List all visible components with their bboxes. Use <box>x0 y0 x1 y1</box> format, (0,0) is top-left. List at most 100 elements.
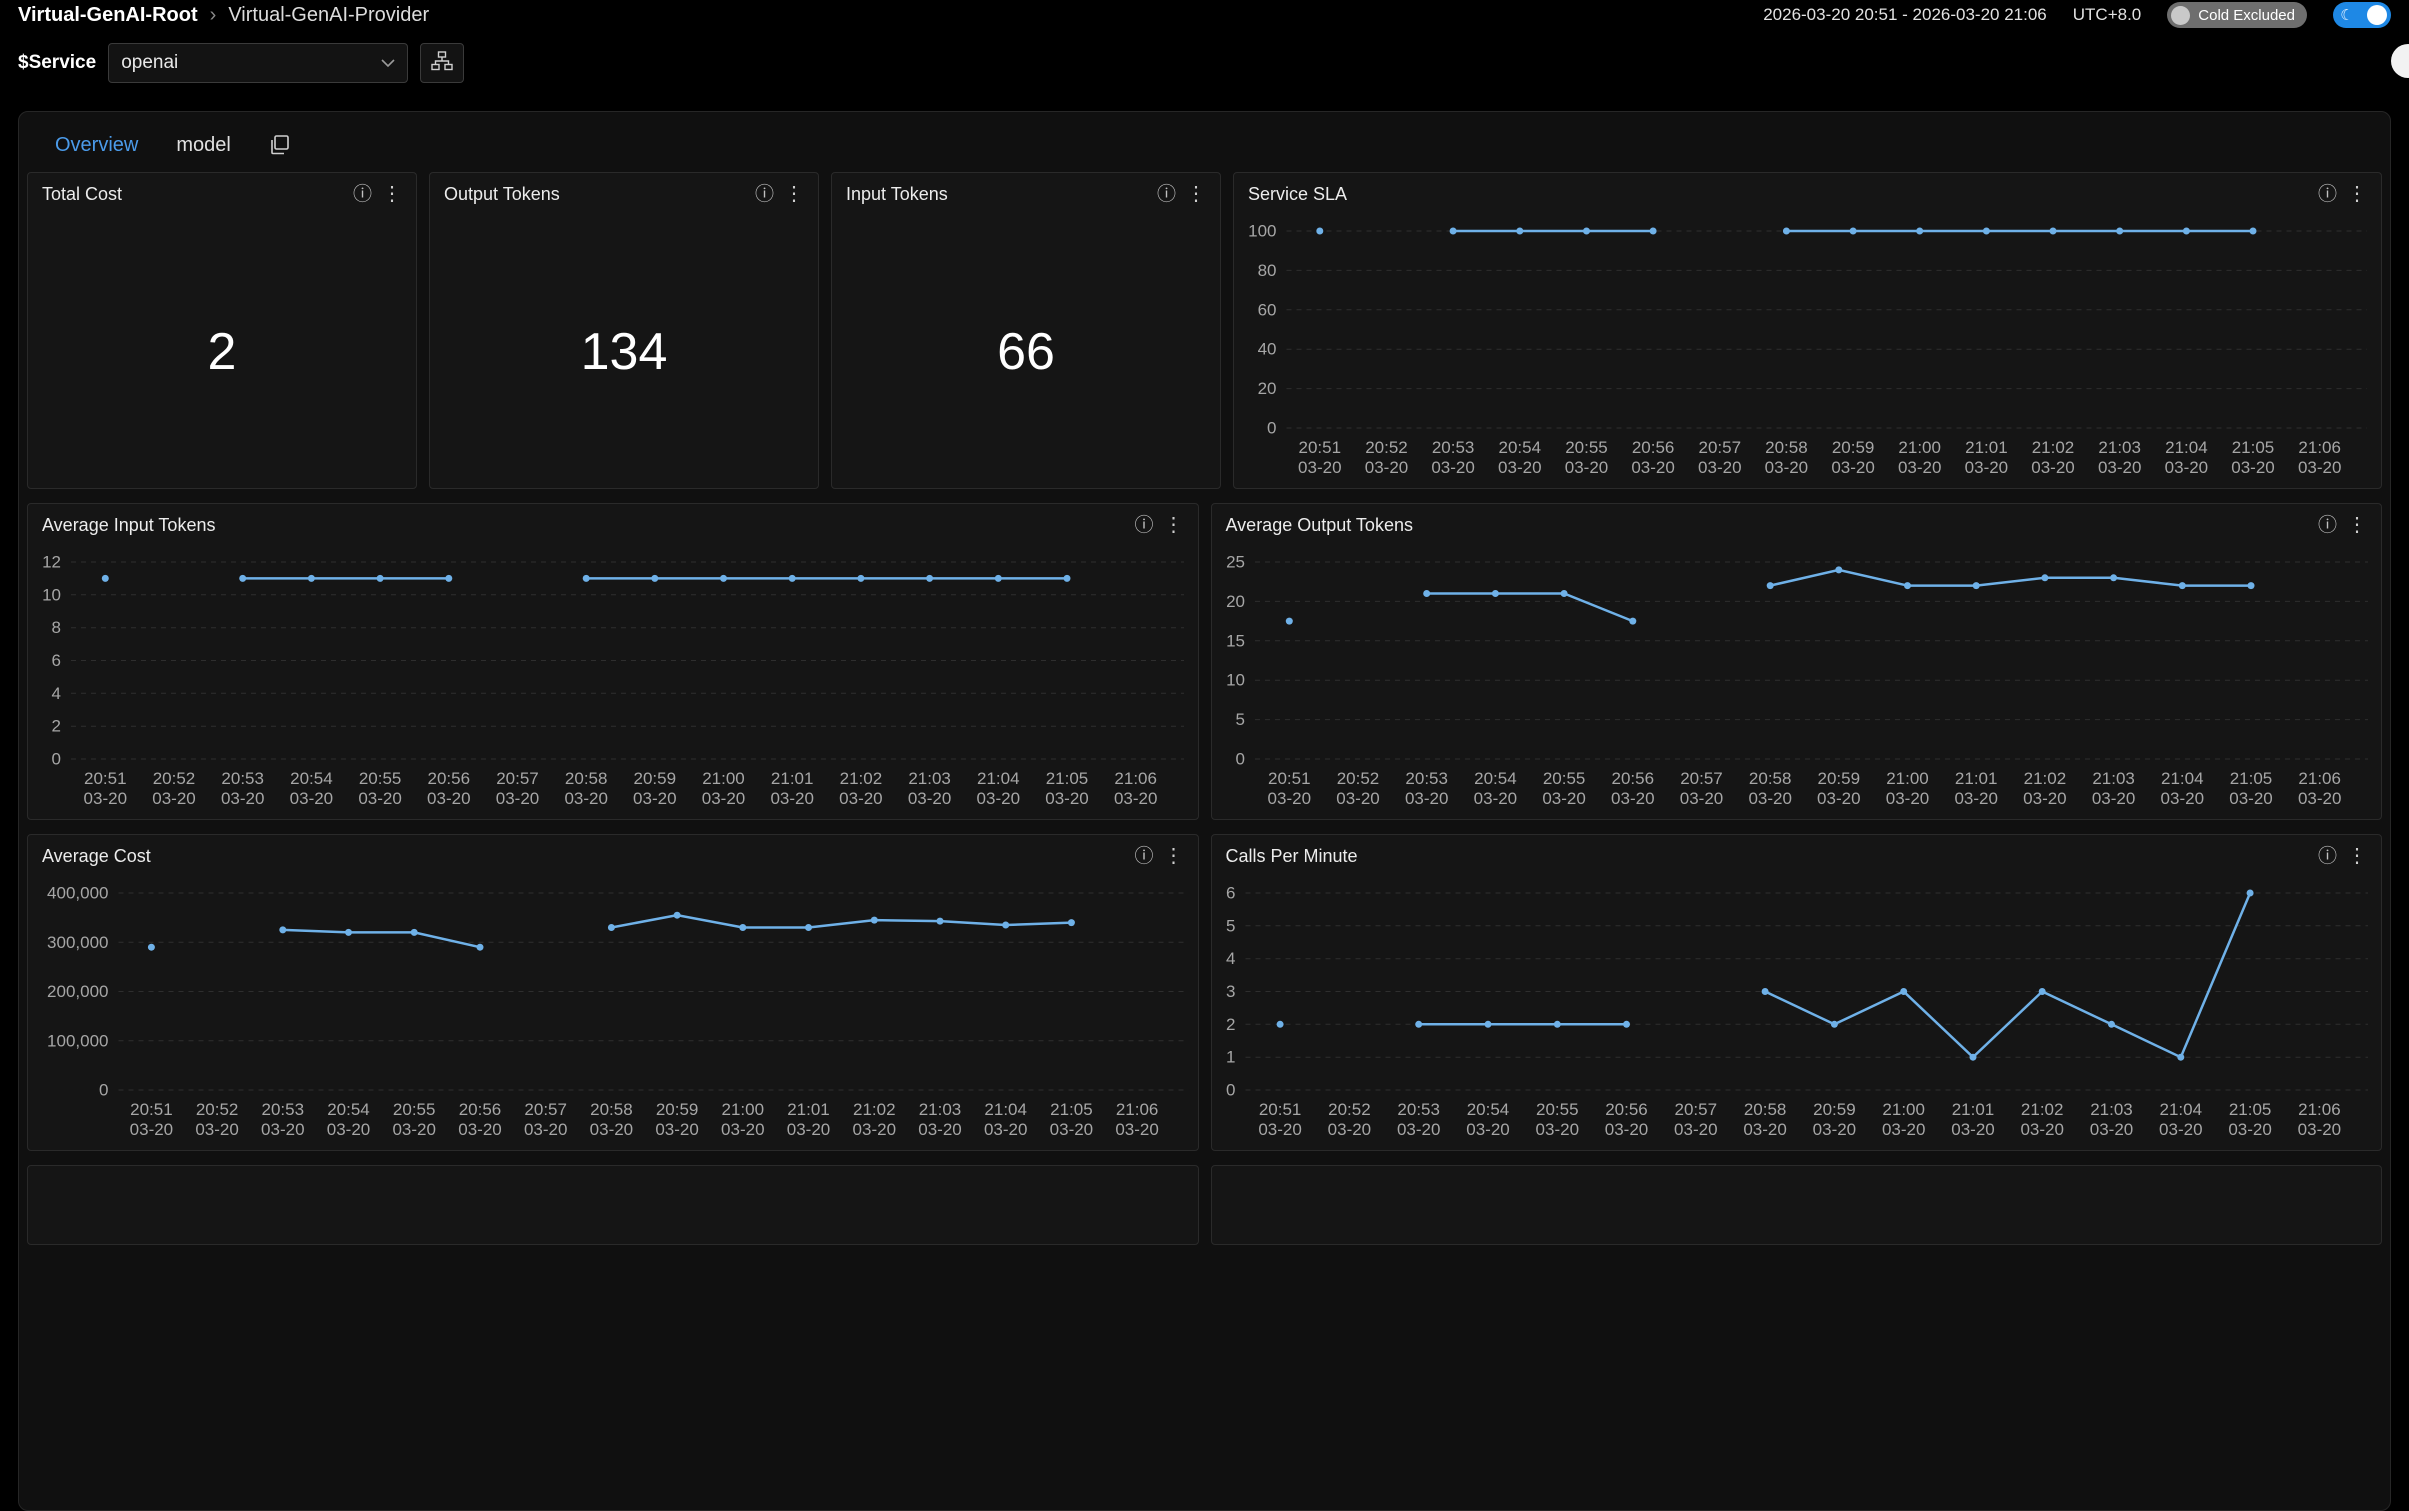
svg-text:21:03: 21:03 <box>908 769 951 788</box>
svg-text:03-20: 03-20 <box>1885 789 1928 808</box>
service-select[interactable]: openai <box>108 43 408 83</box>
svg-text:0: 0 <box>52 750 61 769</box>
kebab-menu-icon[interactable]: ⋮ <box>1186 184 1206 204</box>
time-range-picker[interactable]: 2026-03-20 20:51 - 2026-03-20 21:06 <box>1763 5 2047 25</box>
svg-text:03-20: 03-20 <box>1365 458 1408 477</box>
svg-text:12: 12 <box>42 553 61 572</box>
tab-overview[interactable]: Overview <box>55 134 138 157</box>
card-total-cost: Total Cost ⓘ ⋮ 2 <box>27 172 417 489</box>
svg-text:4: 4 <box>52 684 61 703</box>
breadcrumb-root-link[interactable]: Virtual-GenAI-Root <box>18 4 198 27</box>
card-header: Total Cost ⓘ ⋮ <box>28 173 416 215</box>
svg-text:400,000: 400,000 <box>47 884 108 903</box>
info-icon[interactable]: ⓘ <box>353 185 372 204</box>
svg-text:03-20: 03-20 <box>1631 458 1674 477</box>
svg-text:6: 6 <box>1226 884 1235 903</box>
service-sla-chart: 02040608010020:5103-2020:5203-2020:5303-… <box>1234 215 2381 488</box>
svg-text:03-20: 03-20 <box>358 789 401 808</box>
svg-text:20:55: 20:55 <box>1536 1100 1579 1119</box>
svg-text:20:53: 20:53 <box>221 769 264 788</box>
svg-text:03-20: 03-20 <box>977 789 1020 808</box>
svg-text:20:59: 20:59 <box>1817 769 1860 788</box>
svg-text:20:53: 20:53 <box>1432 438 1475 457</box>
svg-text:21:06: 21:06 <box>1116 1100 1159 1119</box>
info-icon[interactable]: ⓘ <box>1157 185 1176 204</box>
floating-action-button[interactable] <box>2391 44 2409 78</box>
svg-text:03-20: 03-20 <box>1817 789 1860 808</box>
input-tokens-value: 66 <box>832 215 1220 488</box>
card-input-tokens: Input Tokens ⓘ ⋮ 66 <box>831 172 1221 489</box>
svg-text:03-20: 03-20 <box>427 789 470 808</box>
info-icon[interactable]: ⓘ <box>1134 516 1153 535</box>
svg-text:21:01: 21:01 <box>1965 438 2008 457</box>
svg-text:20:58: 20:58 <box>1765 438 1808 457</box>
kebab-menu-icon[interactable]: ⋮ <box>2347 515 2367 535</box>
timezone-selector[interactable]: UTC+8.0 <box>2073 5 2142 25</box>
copy-icon <box>269 134 291 156</box>
info-icon[interactable]: ⓘ <box>2318 847 2337 866</box>
info-icon[interactable]: ⓘ <box>2318 185 2337 204</box>
cold-excluded-label: Cold Excluded <box>2198 7 2295 24</box>
card-header: Output Tokens ⓘ ⋮ <box>430 173 818 215</box>
svg-text:20:56: 20:56 <box>428 769 471 788</box>
svg-text:20:51: 20:51 <box>84 769 127 788</box>
info-icon[interactable]: ⓘ <box>2318 516 2337 535</box>
svg-text:03-20: 03-20 <box>1431 458 1474 477</box>
card-header: Average Input Tokens ⓘ ⋮ <box>28 504 1198 546</box>
copy-tabs-button[interactable] <box>269 134 291 156</box>
svg-text:03-20: 03-20 <box>1898 458 1941 477</box>
svg-text:20:52: 20:52 <box>1328 1100 1371 1119</box>
svg-text:03-20: 03-20 <box>524 1120 567 1139</box>
svg-text:03-20: 03-20 <box>1258 1120 1301 1139</box>
toggle-knob-icon <box>2171 6 2190 25</box>
svg-text:21:03: 21:03 <box>919 1100 962 1119</box>
toggle-knob-icon <box>2367 5 2387 25</box>
info-icon[interactable]: ⓘ <box>755 185 774 204</box>
card-title: Calls Per Minute <box>1226 846 1358 867</box>
kebab-menu-icon[interactable]: ⋮ <box>2347 184 2367 204</box>
svg-text:20:58: 20:58 <box>565 769 608 788</box>
kebab-menu-icon[interactable]: ⋮ <box>1164 846 1184 866</box>
kebab-menu-icon[interactable]: ⋮ <box>784 184 804 204</box>
svg-text:20:59: 20:59 <box>1832 438 1875 457</box>
svg-text:20:54: 20:54 <box>290 769 333 788</box>
svg-text:03-20: 03-20 <box>195 1120 238 1139</box>
svg-text:03-20: 03-20 <box>327 1120 370 1139</box>
svg-text:03-20: 03-20 <box>787 1120 830 1139</box>
svg-text:4: 4 <box>1226 949 1235 968</box>
breadcrumb-current-link[interactable]: Virtual-GenAI-Provider <box>228 4 429 27</box>
svg-text:03-20: 03-20 <box>1298 458 1341 477</box>
svg-text:03-20: 03-20 <box>1951 1120 1994 1139</box>
card-service-sla: Service SLA ⓘ ⋮ 02040608010020:5103-2020… <box>1233 172 2382 489</box>
svg-text:03-20: 03-20 <box>655 1120 698 1139</box>
svg-text:20:53: 20:53 <box>1405 769 1448 788</box>
svg-text:03-20: 03-20 <box>1748 789 1791 808</box>
svg-text:03-20: 03-20 <box>2298 458 2341 477</box>
kebab-menu-icon[interactable]: ⋮ <box>382 184 402 204</box>
svg-text:03-20: 03-20 <box>1965 458 2008 477</box>
svg-text:21:05: 21:05 <box>2229 769 2272 788</box>
svg-text:21:01: 21:01 <box>771 769 814 788</box>
svg-text:21:04: 21:04 <box>977 769 1020 788</box>
svg-text:300,000: 300,000 <box>47 933 108 952</box>
svg-text:20:56: 20:56 <box>1605 1100 1648 1119</box>
svg-text:20:56: 20:56 <box>1611 769 1654 788</box>
svg-text:03-20: 03-20 <box>2089 1120 2132 1139</box>
svg-text:03-20: 03-20 <box>130 1120 173 1139</box>
toolbar: $Service openai <box>0 30 2409 96</box>
theme-toggle[interactable]: ☾ <box>2333 2 2391 28</box>
svg-text:03-20: 03-20 <box>633 789 676 808</box>
svg-text:20:51: 20:51 <box>130 1100 173 1119</box>
topology-view-button[interactable] <box>420 43 464 83</box>
svg-text:21:06: 21:06 <box>1114 769 1157 788</box>
svg-text:6: 6 <box>52 651 61 670</box>
svg-text:21:05: 21:05 <box>1050 1100 1093 1119</box>
tab-model[interactable]: model <box>176 134 230 157</box>
kebab-menu-icon[interactable]: ⋮ <box>1164 515 1184 535</box>
info-icon[interactable]: ⓘ <box>1134 847 1153 866</box>
breadcrumb: Virtual-GenAI-Root › Virtual-GenAI-Provi… <box>18 4 429 27</box>
cold-excluded-toggle[interactable]: Cold Excluded <box>2167 2 2307 28</box>
svg-text:03-20: 03-20 <box>2297 1120 2340 1139</box>
kebab-menu-icon[interactable]: ⋮ <box>2347 846 2367 866</box>
svg-text:03-20: 03-20 <box>1327 1120 1370 1139</box>
